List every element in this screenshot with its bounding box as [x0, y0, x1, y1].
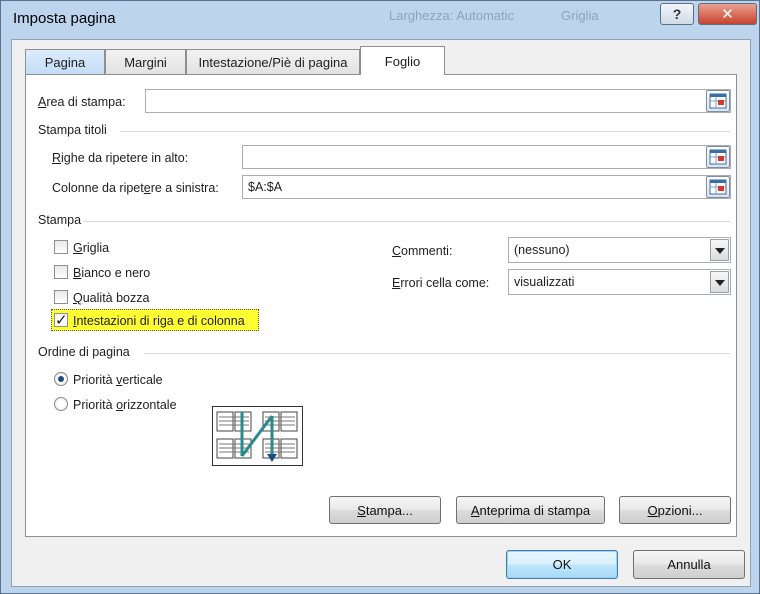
- range-select-icon: [709, 149, 727, 165]
- page-setup-dialog: Imposta pagina Larghezza: Automatic Grig…: [0, 0, 760, 594]
- comments-select[interactable]: (nessuno): [508, 237, 731, 263]
- dialog-title: Imposta pagina: [13, 10, 116, 27]
- background-ghost-text: Griglia: [561, 8, 599, 23]
- print-area-input[interactable]: [145, 89, 731, 113]
- draft-quality-label: Qualità bozza: [73, 291, 150, 305]
- rows-repeat-input[interactable]: [242, 145, 731, 169]
- range-select-icon: [709, 179, 727, 195]
- comments-label: Commenti:: [392, 244, 453, 258]
- divider: [84, 221, 730, 222]
- sheet-tab-panel: Area di stampa: Stampa titoli Righe da r…: [25, 74, 737, 537]
- ok-button[interactable]: OK: [506, 550, 618, 579]
- draft-quality-checkbox[interactable]: [54, 290, 68, 304]
- background-ghost-text: Larghezza: Automatic: [389, 8, 515, 23]
- print-button[interactable]: Stampa...: [329, 496, 441, 524]
- chevron-down-icon[interactable]: [710, 271, 729, 293]
- print-area-collapse-button[interactable]: [706, 90, 730, 112]
- cell-errors-label: Errori cella come:: [392, 276, 490, 290]
- tab-foglio[interactable]: Foglio: [360, 46, 445, 75]
- down-then-over-radio[interactable]: [54, 372, 68, 386]
- cols-collapse-button[interactable]: [706, 176, 730, 198]
- help-icon: ?: [672, 6, 682, 22]
- page-order-section: Ordine di pagina: [38, 345, 130, 359]
- cell-errors-select[interactable]: visualizzati: [508, 269, 731, 295]
- tab-margini[interactable]: Margini: [105, 49, 186, 74]
- divider: [120, 131, 730, 132]
- cols-repeat-input[interactable]: $A:$A: [242, 175, 731, 199]
- row-col-headings-checkbox[interactable]: ✓: [54, 312, 68, 329]
- page-order-preview-icon: [212, 406, 303, 466]
- tab-label: Foglio: [384, 53, 421, 69]
- print-titles-section: Stampa titoli: [38, 123, 107, 137]
- print-area-label: Area di stampa:: [38, 95, 126, 109]
- tab-label: Margini: [124, 54, 167, 70]
- over-then-down-label: Priorità orizzontale: [73, 398, 177, 412]
- cols-repeat-label: Colonne da ripetere a sinistra:: [52, 181, 219, 195]
- black-white-label: Bianco e nero: [73, 266, 151, 280]
- print-preview-button[interactable]: Anteprima di stampa: [456, 496, 605, 524]
- gridlines-checkbox[interactable]: [54, 240, 68, 254]
- rows-repeat-label: Righe da ripetere in alto:: [52, 151, 189, 165]
- title-bar: Imposta pagina Larghezza: Automatic Grig…: [1, 1, 759, 39]
- range-select-icon: [709, 93, 727, 109]
- radio-dot: [58, 376, 64, 382]
- close-button[interactable]: ✕: [698, 3, 757, 25]
- black-white-checkbox[interactable]: [54, 265, 68, 279]
- down-then-over-label: Priorità verticale: [73, 373, 163, 387]
- tab-pagina[interactable]: Pagina: [25, 49, 105, 74]
- close-icon: ✕: [721, 6, 734, 23]
- print-section: Stampa: [38, 213, 82, 227]
- options-button[interactable]: Opzioni...: [619, 496, 731, 524]
- tab-label: Intestazione/Piè di pagina: [198, 54, 348, 70]
- checkmark-icon: ✓: [55, 312, 68, 329]
- cancel-button[interactable]: Annulla: [633, 550, 745, 579]
- tab-label: Pagina: [44, 54, 86, 70]
- over-then-down-radio[interactable]: [54, 397, 68, 411]
- tab-intestazione[interactable]: Intestazione/Piè di pagina: [186, 49, 360, 74]
- help-button[interactable]: ?: [660, 3, 694, 25]
- gridlines-label: Griglia: [73, 241, 110, 255]
- row-col-headings-label: Intestazioni di riga e di colonna: [73, 314, 245, 328]
- rows-collapse-button[interactable]: [706, 146, 730, 168]
- dialog-body: Pagina Margini Intestazione/Piè di pagin…: [11, 39, 751, 587]
- divider: [144, 353, 730, 354]
- chevron-down-icon[interactable]: [710, 239, 729, 261]
